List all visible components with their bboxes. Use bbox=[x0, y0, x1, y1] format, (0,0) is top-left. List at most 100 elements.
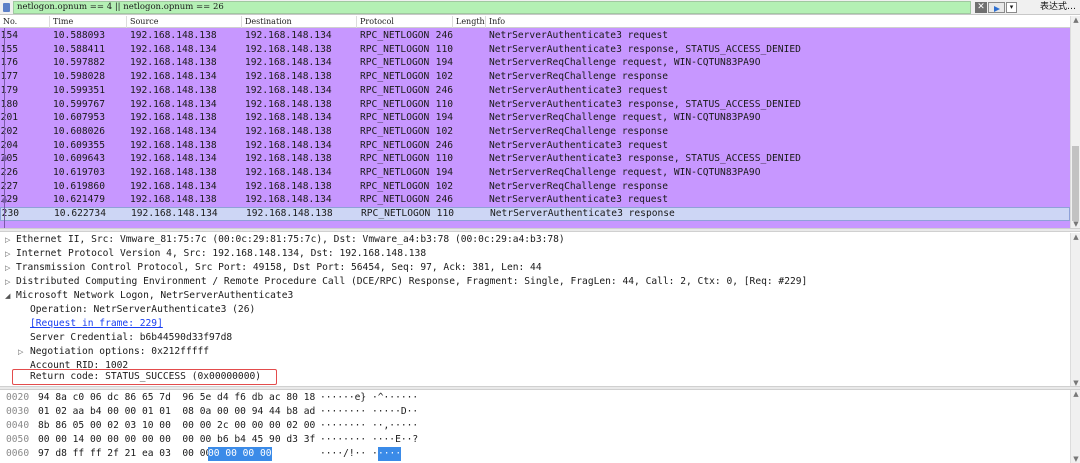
expand-arrow-icon[interactable]: ▷ bbox=[5, 247, 10, 261]
packet-row[interactable]: 154 10.588093 192.168.148.138 192.168.148.1… bbox=[0, 29, 1070, 43]
cell-src: 192.168.148.138 bbox=[130, 167, 217, 178]
cell-info: NetrServerAuthenticate3 request bbox=[489, 194, 669, 206]
hex-bytes-selected[interactable]: 00 00 00 00 bbox=[208, 447, 272, 461]
packet-row[interactable]: 226 10.619703 192.168.148.138 192.168.148.1… bbox=[0, 166, 1070, 180]
tree-node-tcp[interactable]: Transmission Control Protocol, Src Port:… bbox=[16, 261, 542, 275]
hex-bytes[interactable]: 94 8a c0 06 dc 86 65 7d 96 5e d4 f6 db a… bbox=[38, 391, 315, 405]
hex-row[interactable]: 0040 8b 86 05 00 02 03 10 00 00 00 2c 00… bbox=[0, 419, 1070, 433]
hex-ascii[interactable]: ········ ····E··? bbox=[320, 433, 418, 447]
packet-row[interactable]: 204 10.609355 192.168.148.138 192.168.148.1… bbox=[0, 139, 1070, 153]
expand-arrow-icon[interactable]: ▷ bbox=[5, 261, 10, 275]
hex-ascii[interactable]: ········ ··,····· bbox=[320, 419, 418, 433]
cell-time: 10.619703 bbox=[53, 167, 105, 178]
bookmark-filter-icon[interactable] bbox=[3, 3, 10, 12]
cell-time: 10.599767 bbox=[53, 98, 105, 110]
cell-dst: 192.168.148.138 bbox=[245, 153, 332, 165]
field-operation[interactable]: Operation: NetrServerAuthenticate3 (26) bbox=[30, 303, 255, 317]
cell-dst: 192.168.148.134 bbox=[245, 139, 332, 151]
packet-row[interactable]: 201 10.607953 192.168.148.138 192.168.148.1… bbox=[0, 111, 1070, 125]
display-filter-input[interactable]: netlogon.opnum == 4 || netlogon.opnum ==… bbox=[13, 1, 971, 14]
expand-arrow-icon[interactable]: ▷ bbox=[18, 345, 23, 359]
packet-row[interactable]: 227 10.619860 192.168.148.134 192.168.148.1… bbox=[0, 180, 1070, 194]
cell-len: 102 bbox=[435, 180, 453, 192]
packet-list-scrollbar[interactable]: ▲ ▼ bbox=[1070, 16, 1080, 228]
cell-src: 192.168.148.138 bbox=[130, 139, 217, 151]
cell-dst: 192.168.148.134 bbox=[245, 84, 332, 96]
cell-no: 179 bbox=[0, 84, 18, 96]
cell-proto: RPC_NETLOGON bbox=[360, 112, 430, 124]
cell-time: 10.597882 bbox=[53, 57, 105, 69]
scroll-up-icon[interactable]: ▲ bbox=[1071, 233, 1080, 241]
cell-time: 10.622734 bbox=[54, 208, 106, 220]
scroll-down-icon[interactable]: ▼ bbox=[1071, 455, 1080, 463]
cell-src: 192.168.148.134 bbox=[130, 71, 217, 83]
expand-arrow-icon[interactable]: ▷ bbox=[5, 275, 10, 289]
column-header-length[interactable]: Length bbox=[453, 16, 486, 28]
cell-info: NetrServerReqChallenge response bbox=[489, 125, 669, 137]
apply-filter-button[interactable] bbox=[988, 2, 1005, 13]
cell-len: 194 bbox=[435, 57, 453, 69]
scroll-up-icon[interactable]: ▲ bbox=[1071, 16, 1080, 24]
column-header-info[interactable]: Info bbox=[486, 16, 1070, 28]
packet-row[interactable]: 177 10.598028 192.168.148.134 192.168.148.1… bbox=[0, 70, 1070, 84]
hex-ascii[interactable]: ········ ·····D·· bbox=[320, 405, 418, 419]
hex-row[interactable]: 0030 01 02 aa b4 00 00 01 01 08 0a 00 00… bbox=[0, 405, 1070, 419]
tree-node-netlogon[interactable]: Microsoft Network Logon, NetrServerAuthe… bbox=[16, 289, 293, 303]
scroll-up-icon[interactable]: ▲ bbox=[1071, 390, 1080, 398]
hex-ascii[interactable]: ······e} ·^······ bbox=[320, 391, 418, 405]
cell-no: 154 bbox=[0, 30, 18, 41]
expand-arrow-icon[interactable]: ▷ bbox=[5, 233, 10, 247]
column-header-destination[interactable]: Destination bbox=[242, 16, 357, 28]
scrollbar-thumb[interactable] bbox=[1072, 146, 1079, 221]
tree-node-dcerpc[interactable]: Distributed Computing Environment / Remo… bbox=[16, 275, 807, 289]
cell-src: 192.168.148.138 bbox=[130, 84, 217, 96]
bytes-scrollbar[interactable]: ▲ ▼ bbox=[1070, 390, 1080, 463]
packet-details-tree: ▷ Ethernet II, Src: Vmware_81:75:7c (00:… bbox=[0, 233, 1080, 387]
clear-filter-button[interactable]: ✕ bbox=[975, 2, 987, 13]
request-marker-icon bbox=[2, 198, 7, 203]
column-header-no[interactable]: No. bbox=[0, 16, 50, 28]
hex-row[interactable]: 0020 94 8a c0 06 dc 86 65 7d 96 5e d4 f6… bbox=[0, 391, 1070, 405]
packet-row[interactable]: 180 10.599767 192.168.148.134 192.168.148.1… bbox=[0, 98, 1070, 112]
cell-src: 192.168.148.138 bbox=[130, 112, 217, 124]
tree-node-ethernet[interactable]: Ethernet II, Src: Vmware_81:75:7c (00:0c… bbox=[16, 233, 565, 247]
hex-bytes[interactable]: 00 00 14 00 00 00 00 00 00 00 b6 b4 45 9… bbox=[38, 433, 315, 447]
cell-info: NetrServerReqChallenge request, WIN-CQTU… bbox=[489, 112, 761, 124]
packet-row[interactable]: 202 10.608026 192.168.148.134 192.168.148.1… bbox=[0, 125, 1070, 139]
packet-row[interactable]: 205 10.609643 192.168.148.134 192.168.148.1… bbox=[0, 152, 1070, 166]
hex-ascii[interactable]: ····/!·· ·· bbox=[320, 447, 384, 461]
hex-ascii-selected[interactable]: ···· bbox=[378, 447, 402, 461]
details-scrollbar[interactable]: ▲ ▼ bbox=[1070, 233, 1080, 387]
field-negotiation-options[interactable]: Negotiation options: 0x212fffff bbox=[30, 345, 209, 359]
packet-row[interactable]: 155 10.588411 192.168.148.134 192.168.148.1… bbox=[0, 43, 1070, 57]
cell-src: 192.168.148.134 bbox=[130, 98, 217, 110]
hex-bytes[interactable]: 97 d8 ff ff 2f 21 ea 03 00 00 bbox=[38, 447, 217, 461]
scroll-down-icon[interactable]: ▼ bbox=[1071, 220, 1080, 228]
request-frame-link[interactable]: [Request in frame: 229] bbox=[30, 317, 163, 331]
packet-row[interactable]: 176 10.597882 192.168.148.138 192.168.148.1… bbox=[0, 56, 1070, 70]
expression-button[interactable]: 表达式… bbox=[1021, 1, 1080, 14]
column-header-protocol[interactable]: Protocol bbox=[357, 16, 453, 28]
packet-row[interactable]: 179 10.599351 192.168.148.138 192.168.148.1… bbox=[0, 84, 1070, 98]
cell-src: 192.168.148.134 bbox=[130, 43, 217, 55]
hex-bytes[interactable]: 01 02 aa b4 00 00 01 01 08 0a 00 00 94 4… bbox=[38, 405, 315, 419]
column-header-time[interactable]: Time bbox=[50, 16, 127, 28]
cell-dst: 192.168.148.138 bbox=[245, 71, 332, 83]
tree-node-ip[interactable]: Internet Protocol Version 4, Src: 192.16… bbox=[16, 247, 426, 261]
hex-offset: 0040 bbox=[6, 420, 30, 431]
pane-splitter[interactable] bbox=[0, 228, 1080, 232]
field-server-credential[interactable]: Server Credential: b6b44590d33f97d8 bbox=[30, 331, 232, 345]
cell-proto: RPC_NETLOGON bbox=[360, 71, 430, 83]
hex-row[interactable]: 0060 97 d8 ff ff 2f 21 ea 03 00 00 00 00… bbox=[0, 447, 1070, 461]
hex-row[interactable]: 0050 00 00 14 00 00 00 00 00 00 00 b6 b4… bbox=[0, 433, 1070, 447]
column-header-source[interactable]: Source bbox=[127, 16, 242, 28]
collapse-arrow-icon[interactable]: ◢ bbox=[5, 289, 10, 303]
packet-row[interactable]: 229 10.621479 192.168.148.138 192.168.148.1… bbox=[0, 193, 1070, 207]
hex-bytes[interactable]: 8b 86 05 00 02 03 10 00 00 00 2c 00 00 0… bbox=[38, 419, 315, 433]
cell-dst: 192.168.148.134 bbox=[245, 112, 332, 124]
filter-history-dropdown[interactable]: ▾ bbox=[1006, 2, 1017, 13]
packet-row-selected[interactable]: 230 10.622734 192.168.148.134 192.168.148.1… bbox=[0, 207, 1070, 222]
cell-time: 10.608026 bbox=[53, 125, 105, 137]
cell-dst: 192.168.148.138 bbox=[245, 98, 332, 110]
cell-no: 155 bbox=[0, 43, 18, 55]
